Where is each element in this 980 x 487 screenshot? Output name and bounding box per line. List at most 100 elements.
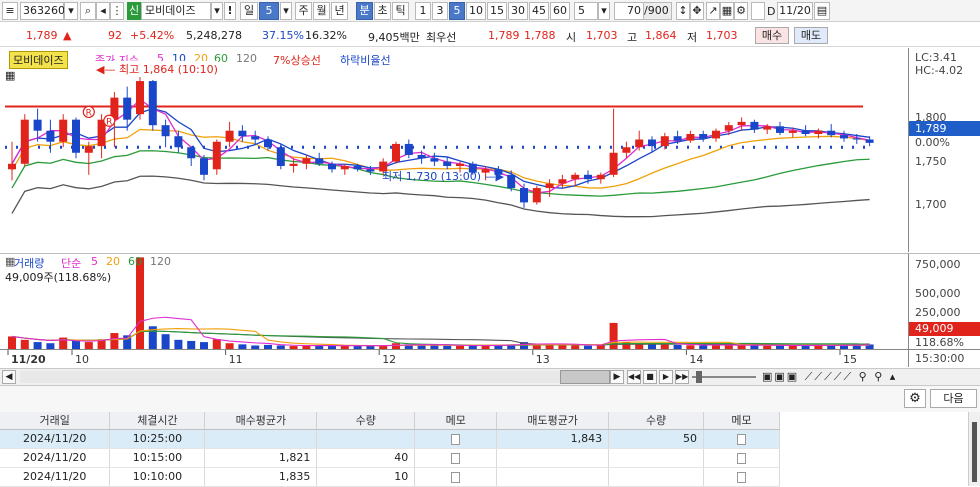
next-button[interactable]: 다음 <box>930 389 977 408</box>
chart-options-icon[interactable]: ▦ <box>5 69 15 82</box>
table-scrollbar[interactable] <box>968 412 980 486</box>
memo-doc-icon[interactable] <box>737 471 746 483</box>
volume-value: 5,248,278 <box>186 29 242 42</box>
memo-cell[interactable] <box>414 448 498 468</box>
chart-stock-name[interactable]: 모비데이즈 <box>9 51 68 69</box>
memo-cell[interactable] <box>703 448 780 468</box>
volume-chart-pane[interactable]: ▦ 거래량 단순 5 20 60 120 49,009주(118.68%) <box>0 253 908 350</box>
n-dropdown-icon[interactable]: ▾ <box>598 2 610 20</box>
calendar-icon[interactable]: ▤ <box>814 2 830 20</box>
price-chart-svg[interactable]: RRS <box>0 48 908 252</box>
col-sell-avg[interactable]: 매도평균가 <box>496 412 610 430</box>
period-dropdown-icon[interactable]: ▾ <box>280 2 292 20</box>
date-input[interactable]: 11/20 <box>777 2 813 20</box>
minute-30-button[interactable]: 30 <box>508 2 528 20</box>
col-buy-avg[interactable]: 매수평균가 <box>204 412 318 430</box>
memo-cell[interactable] <box>414 429 498 449</box>
col-sell-memo[interactable]: 메모 <box>703 412 780 430</box>
period-year-button[interactable]: 년 <box>331 2 348 20</box>
col-buy-memo[interactable]: 메모 <box>414 412 498 430</box>
x-tick-label: 14 <box>689 353 703 366</box>
save-icon[interactable]: ▦ <box>720 2 734 20</box>
period-minute-button[interactable]: 분 <box>356 2 373 20</box>
candle-body <box>161 125 170 137</box>
time-axis: 11/20 10 11 12 13 14 15 <box>0 349 908 367</box>
minute-10-button[interactable]: 10 <box>466 2 486 20</box>
stock-code-input[interactable]: 363260 <box>20 2 65 20</box>
volume-chart-svg[interactable] <box>0 254 908 350</box>
minute-15-button[interactable]: 15 <box>487 2 507 20</box>
menu-icon[interactable]: ≡ <box>2 2 18 20</box>
sell-button[interactable]: 매도 <box>794 27 828 44</box>
warning-icon[interactable]: ! <box>224 2 236 20</box>
minute-5-button[interactable]: 5 <box>449 2 465 20</box>
cursor-icon[interactable]: ✥ <box>690 2 704 20</box>
period-week-button[interactable]: 주 <box>295 2 312 20</box>
time-axis-end-label: 15:30:00 <box>915 352 965 365</box>
stock-name-field[interactable]: 모비데이즈 <box>141 2 211 20</box>
memo-doc-icon[interactable] <box>737 452 746 464</box>
period-day-button[interactable]: 일 <box>240 2 258 20</box>
memo-add-icon[interactable] <box>451 471 461 483</box>
table-scroll-thumb[interactable] <box>972 422 977 482</box>
period-second-button[interactable]: 초 <box>374 2 391 20</box>
candle-body <box>315 158 324 164</box>
chart-tools-icons[interactable]: ▣▣▣ ⟋⟋⟋⟋⟋ ⚲ ⚲ ▴ <box>762 370 897 384</box>
buy-button[interactable]: 매수 <box>755 27 789 44</box>
minute-45-button[interactable]: 45 <box>529 2 549 20</box>
period-tick-button[interactable]: 틱 <box>392 2 409 20</box>
split-icon[interactable]: ⋮ <box>110 2 124 20</box>
settings-gear-icon[interactable]: ⚙ <box>904 389 926 408</box>
volume-bar <box>110 333 119 350</box>
memo-cell[interactable] <box>414 467 498 487</box>
col-sell-qty[interactable]: 수량 <box>608 412 705 430</box>
memo-cell[interactable] <box>703 467 780 487</box>
col-trade-date[interactable]: 거래일 <box>0 412 111 430</box>
change-percent: +5.42% <box>130 29 175 42</box>
count-input[interactable]: 70 <box>614 2 644 20</box>
col-buy-qty[interactable]: 수량 <box>316 412 416 430</box>
code-dropdown-icon[interactable]: ▾ <box>64 2 78 20</box>
candle-body <box>302 158 311 164</box>
n-value-select[interactable]: 5 <box>574 2 598 20</box>
fast-forward-icon[interactable]: ▶▶ <box>675 370 689 384</box>
period-month-button[interactable]: 월 <box>313 2 330 20</box>
minute-60-button[interactable]: 60 <box>550 2 570 20</box>
buy-marker-r2-text: R <box>106 117 112 127</box>
settings-icon[interactable]: ⚙ <box>734 2 748 20</box>
col-exec-time[interactable]: 체결시간 <box>109 412 206 430</box>
minute-1-button[interactable]: 1 <box>415 2 431 20</box>
period-num-select[interactable]: 5 <box>259 2 279 20</box>
price-tick-1700: 1,700 <box>915 198 947 211</box>
hc-label: HC:-4.02 <box>915 64 964 77</box>
scroll-thumb[interactable] <box>560 370 610 384</box>
rewind-icon[interactable]: ◀◀ <box>627 370 641 384</box>
memo-doc-icon[interactable] <box>451 433 461 445</box>
date-checkbox[interactable] <box>751 2 765 20</box>
zoom-slider-handle[interactable] <box>696 371 702 383</box>
search-icon[interactable]: ⌕ <box>80 2 96 20</box>
candle-type-icon[interactable]: ↕ <box>676 2 690 20</box>
x-tick-label: 12 <box>382 353 396 366</box>
scroll-right-icon[interactable]: ▶ <box>610 370 624 384</box>
candle-body <box>20 119 29 164</box>
candle-body <box>84 146 93 153</box>
candle-body <box>520 188 528 203</box>
scroll-left-icon[interactable]: ◀ <box>2 370 16 384</box>
memo-add-icon[interactable] <box>451 452 461 464</box>
ratio-2: 16.32% <box>305 29 347 42</box>
table-row[interactable]: 2024/11/20 10:10:00 1,835 10 <box>0 467 780 487</box>
memo-cell[interactable] <box>703 429 780 449</box>
price-chart-pane[interactable]: RRS 모비데이즈 종가 지수 5 10 20 60 120 7%상승선 하락비… <box>0 48 908 252</box>
memo-add-icon[interactable] <box>737 433 746 445</box>
table-row[interactable]: 2024/11/20 10:25:00 1,843 50 <box>0 429 780 449</box>
play-icon[interactable]: ▶ <box>659 370 673 384</box>
upper-line-label: 7%상승선 <box>273 54 321 67</box>
scroll-track[interactable] <box>20 371 560 383</box>
table-row[interactable]: 2024/11/20 10:15:00 1,821 40 <box>0 448 780 468</box>
speaker-icon[interactable]: ◂ <box>96 2 110 20</box>
name-dropdown-icon[interactable]: ▾ <box>211 2 223 20</box>
minute-3-button[interactable]: 3 <box>432 2 448 20</box>
stop-icon[interactable]: ■ <box>643 370 657 384</box>
line-tool-icon[interactable]: ↗ <box>706 2 720 20</box>
